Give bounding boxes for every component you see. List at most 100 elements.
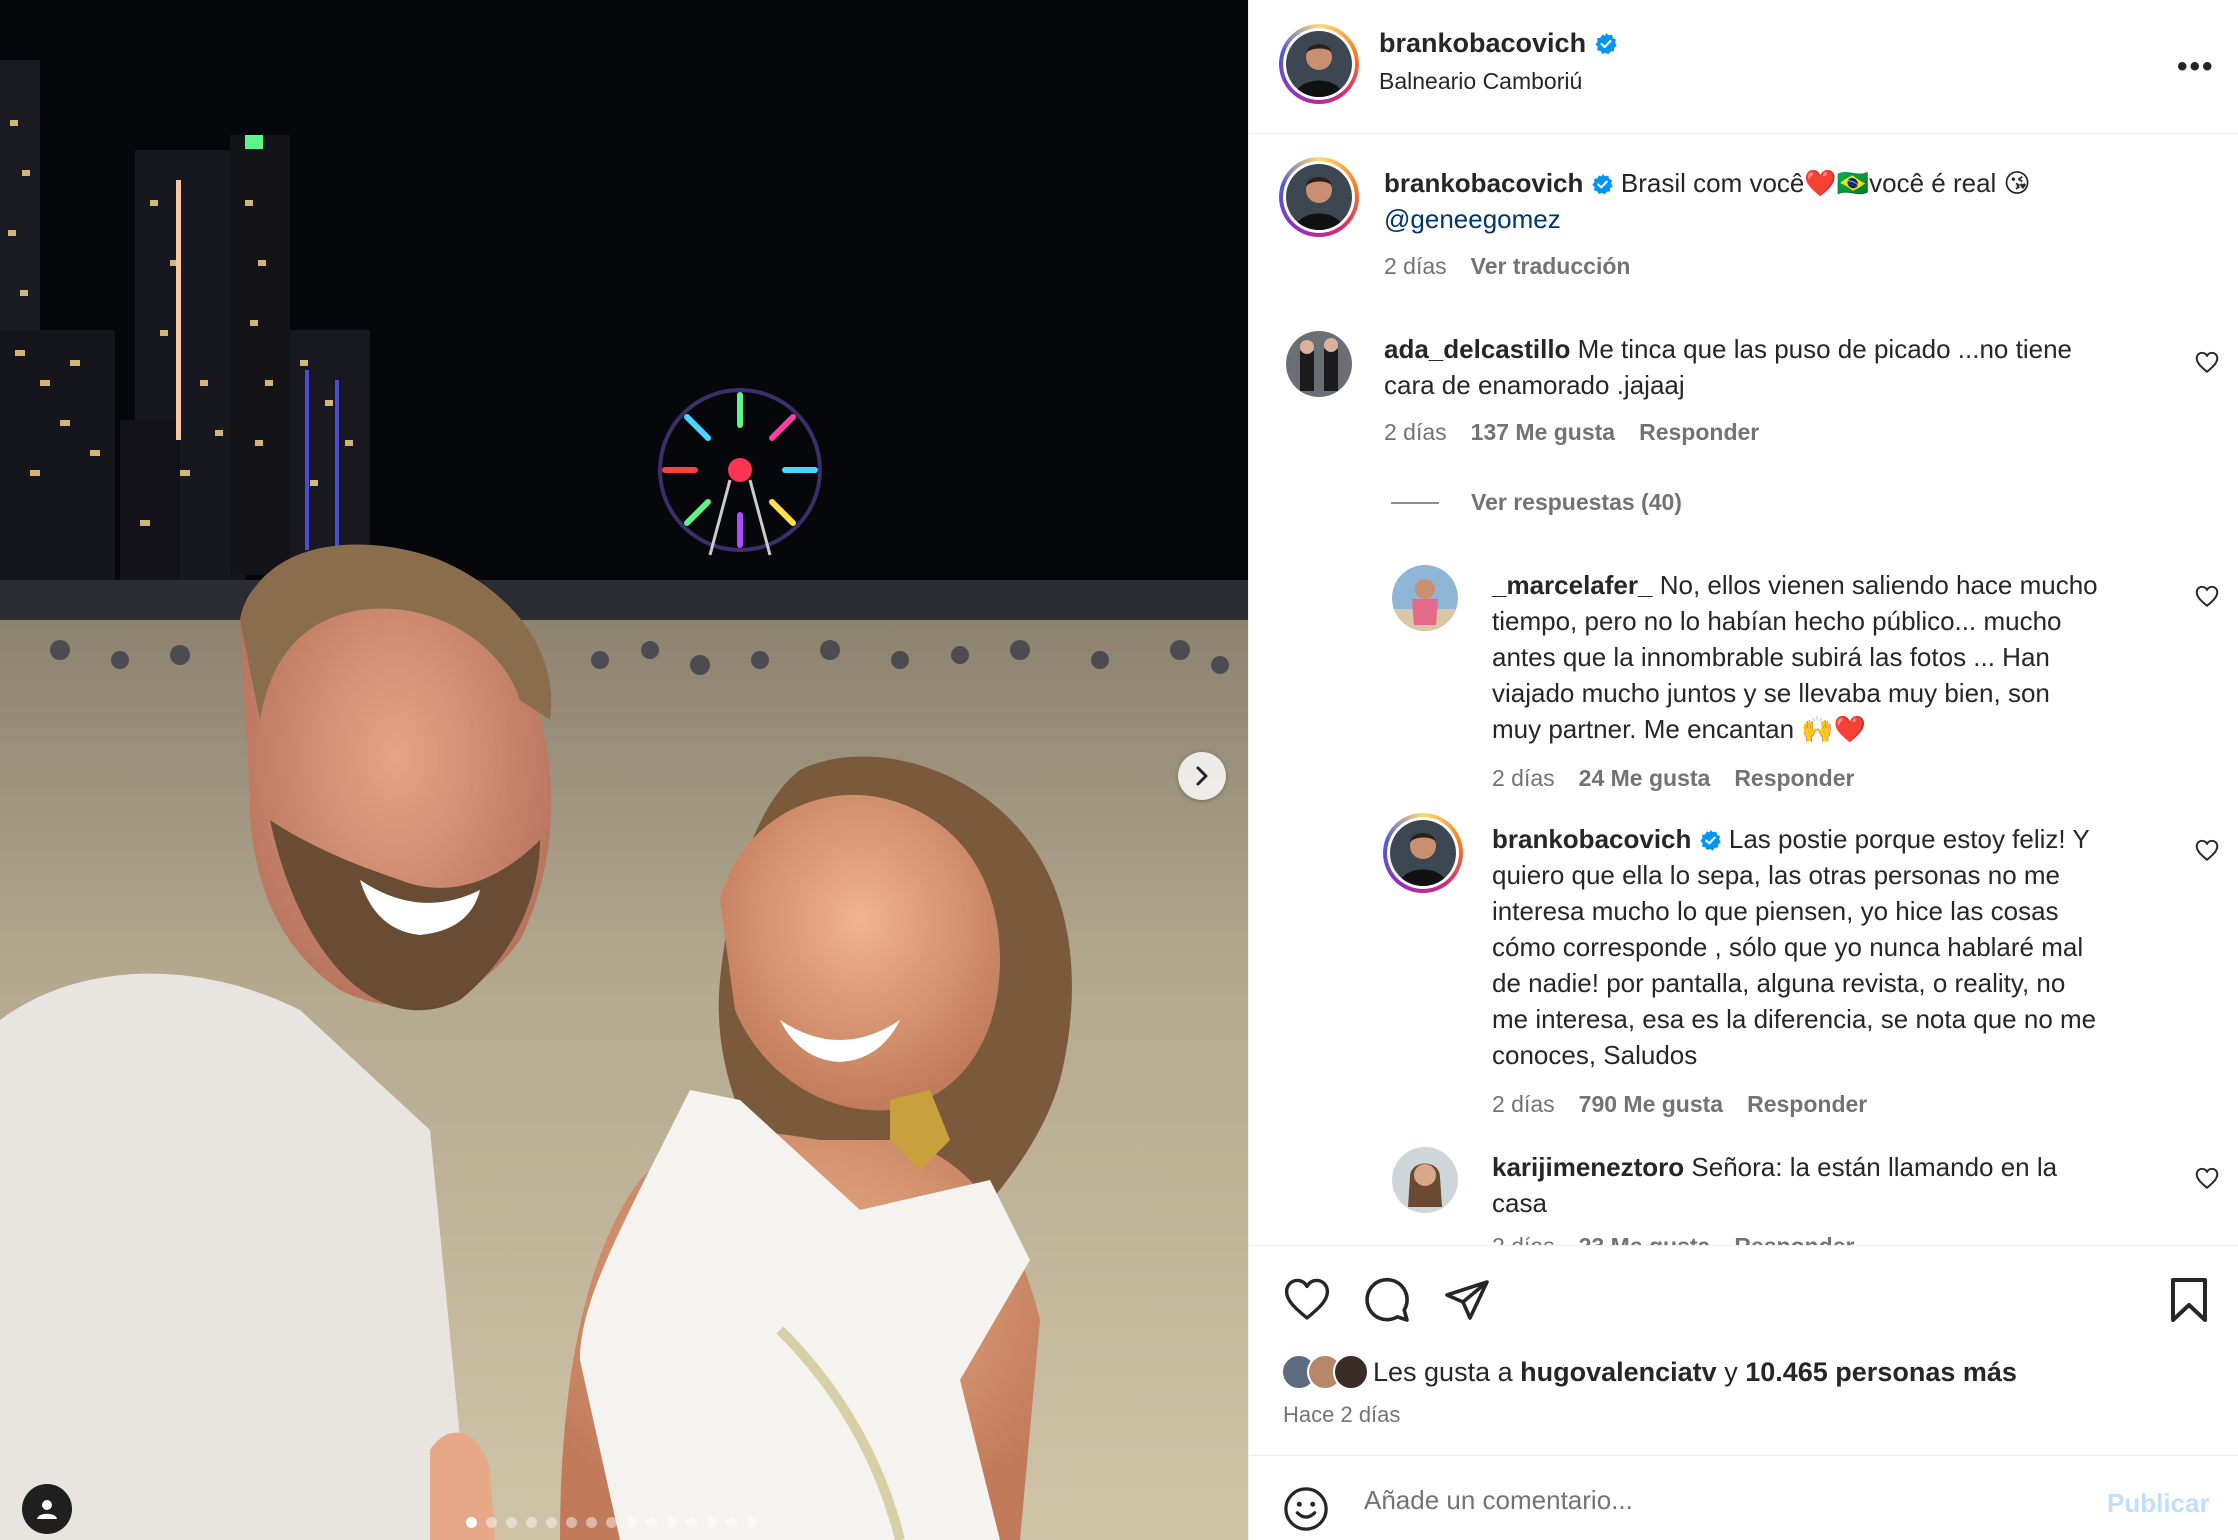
carousel-dot [506,1517,517,1528]
carousel-indicator [466,1517,757,1528]
comment-text-line: antes que la innombrable subirá las foto… [1492,642,2050,672]
comment-text-line: tiempo, pero no lo habían hecho público.… [1492,606,2062,636]
like-heart-icon[interactable] [1283,1276,1331,1322]
comment-text-line: muy partner. Me encantan 🙌❤️ [1492,714,1867,744]
comment-text-line: de nadie! por pantalla, alguna revista, … [1492,968,2066,998]
caption: brankobacovich Brasil com você❤️🇧🇷você é… [1384,165,2214,237]
comment-username[interactable]: karijimeneztoro [1492,1152,1684,1182]
comment-text-line: me interesa, esa es la diferencia, se no… [1492,1004,2097,1034]
comment-age[interactable]: 2 días [1492,1091,1555,1118]
comment-text-line: No, ellos vienen saliendo hace mucho [1659,570,2098,600]
comment-likes[interactable]: 790 Me gusta [1579,1091,1723,1118]
comment-bubble-icon[interactable] [1363,1276,1411,1324]
caption-age[interactable]: 2 días [1384,253,1447,280]
comment-4-meta: 2 días 23 Me gusta Responder [1492,1233,1854,1245]
verified-badge-icon [1591,173,1613,195]
liker-avatar [1333,1354,1369,1390]
carousel-dot [726,1517,737,1528]
chevron-right-icon [1196,766,1208,786]
post-header: brankobacovich Balneario Camboriú ••• [1249,0,2238,134]
carousel-dot [746,1517,757,1528]
like-comment-heart-icon[interactable] [2194,583,2220,609]
carousel-dot [526,1517,537,1528]
comment-text-line: Señora: la están llamando en la [1691,1152,2058,1182]
reply-button[interactable]: Responder [1734,1233,1854,1245]
avatar-image [1286,164,1352,230]
carousel-dot [486,1517,497,1528]
more-options-icon[interactable]: ••• [2177,50,2215,84]
emoji-picker-icon[interactable] [1283,1486,1329,1532]
comment-text-line: cara de enamorado .jajaaj [1384,370,1685,400]
user-tag-icon [37,1500,57,1519]
beach-selfie-image [0,0,1248,1540]
comment-1-meta: 2 días 137 Me gusta Responder [1384,419,1759,446]
comment-text-line: interesa mucho lo que piensen, yo hice l… [1492,896,2059,926]
author-username[interactable]: brankobacovich [1379,28,1618,59]
commenter-avatar[interactable] [1392,1147,1458,1213]
comment-text-line: quiero que ella lo sepa, las otras perso… [1492,860,2061,890]
comment-4: karijimeneztoro Señora: la están llamand… [1492,1149,2192,1221]
reply-button[interactable]: Responder [1747,1091,1867,1118]
carousel-dot [566,1517,577,1528]
commenter-avatar[interactable] [1286,331,1352,397]
comment-text-line: casa [1492,1188,1547,1218]
author-username-text[interactable]: brankobacovich [1379,28,1586,59]
caption-meta: 2 días Ver traducción [1384,253,1630,280]
comment-likes[interactable]: 137 Me gusta [1471,419,1615,446]
post-detail-panel: brankobacovich Balneario Camboriú ••• br… [1248,0,2238,1540]
carousel-dot [546,1517,557,1528]
tagged-users-button[interactable] [22,1484,72,1534]
comment-likes[interactable]: 24 Me gusta [1579,765,1711,792]
commenter-avatar[interactable] [1383,813,1463,893]
caption-avatar[interactable] [1279,157,1359,237]
caption-text: Brasil com você❤️🇧🇷você é real 😘 [1620,168,2031,198]
post-location[interactable]: Balneario Camboriú [1379,68,1582,95]
likes-summary[interactable]: Les gusta a hugovalenciatv y 10.465 pers… [1281,1354,2017,1390]
comment-username[interactable]: _marcelafer_ [1492,570,1652,600]
avatar-image [1286,31,1352,97]
comments-list[interactable]: brankobacovich Brasil com você❤️🇧🇷você é… [1249,135,2238,1245]
author-avatar[interactable] [1279,24,1359,104]
comment-2-meta: 2 días 24 Me gusta Responder [1492,765,1854,792]
likes-user[interactable]: hugovalenciatv [1520,1357,1717,1388]
comment-3-meta: 2 días 790 Me gusta Responder [1492,1091,1867,1118]
caption-username[interactable]: brankobacovich [1384,168,1583,198]
like-comment-heart-icon[interactable] [2194,837,2220,863]
carousel-dot [666,1517,677,1528]
post-timestamp[interactable]: Hace 2 días [1283,1402,1400,1428]
comment-age[interactable]: 2 días [1384,419,1447,446]
comment-age[interactable]: 2 días [1492,1233,1555,1245]
carousel-dot [586,1517,597,1528]
comment-likes[interactable]: 23 Me gusta [1579,1233,1711,1245]
comment-age[interactable]: 2 días [1492,765,1555,792]
carousel-dot [686,1517,697,1528]
comment-3: brankobacovich Las postie porque estoy f… [1492,821,2212,1073]
reply-button[interactable]: Responder [1734,765,1854,792]
like-comment-heart-icon[interactable] [2194,1165,2220,1191]
comment-composer: Publicar [1249,1455,2238,1540]
post-photo[interactable] [0,0,1248,1540]
comment-text-line: conoces, Saludos [1492,1040,1698,1070]
commenter-avatar[interactable] [1392,565,1458,631]
comment-text-line: Me tinca que las puso de picado ...no ti… [1577,334,2072,364]
view-replies-button[interactable]: Ver respuestas (40) [1471,489,1682,516]
carousel-dot [706,1517,717,1528]
carousel-dot [626,1517,637,1528]
caption-mention[interactable]: @geneegomez [1384,204,1561,234]
like-comment-heart-icon[interactable] [2194,349,2220,375]
verified-badge-icon [1595,32,1617,54]
reply-button[interactable]: Responder [1639,419,1759,446]
publish-button[interactable]: Publicar [2107,1488,2210,1519]
likes-count[interactable]: 10.465 personas más [1745,1357,2017,1388]
likes-join: y [1724,1356,1738,1387]
translate-button[interactable]: Ver traducción [1471,253,1631,280]
comment-text-line: Las postie porque estoy feliz! Y [1728,824,2090,854]
comment-username[interactable]: brankobacovich [1492,824,1691,854]
carousel-dot [646,1517,657,1528]
share-send-icon[interactable] [1443,1276,1491,1324]
comment-input[interactable] [1364,1478,2064,1522]
next-photo-button[interactable] [1178,752,1226,800]
comment-username[interactable]: ada_delcastillo [1384,334,1570,364]
comment-text-line: cómo corresponde , sólo que yo nunca hab… [1492,932,2084,962]
save-bookmark-icon[interactable] [2167,1276,2211,1324]
